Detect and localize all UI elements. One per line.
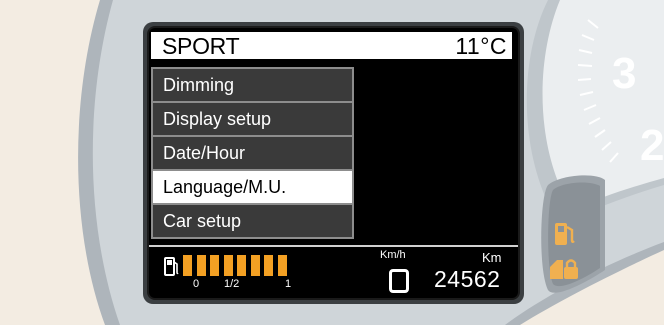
fuel-tick-full: 1 (285, 278, 292, 290)
odometer-value: 24562 (434, 266, 501, 292)
fuel-pump-warning-icon (555, 223, 575, 245)
lcd-display: SPORT 11°C Dimming Display setup Date/Ho… (149, 28, 518, 298)
menu-item-dimming[interactable]: Dimming (153, 69, 352, 101)
drive-mode-label: SPORT (162, 33, 240, 59)
fuel-segment (210, 255, 219, 276)
fuel-tick-empty: 0 (193, 278, 200, 290)
outside-temperature: 11°C (455, 33, 507, 59)
fuel-segment (223, 255, 233, 276)
settings-menu: Dimming Display setup Date/Hour Language… (151, 67, 354, 239)
door-lock-warning-icon (550, 259, 578, 279)
fuel-segment (183, 255, 192, 276)
tachometer-face (542, 0, 664, 210)
tachometer-number-2: 2 (640, 121, 664, 170)
gear-indicator-icon (389, 269, 409, 293)
fuel-segment (277, 255, 287, 276)
fuel-pump-icon (164, 257, 179, 276)
fuel-segment (237, 255, 246, 276)
fuel-tick-half: 1/2 (224, 278, 240, 290)
menu-item-date-hour[interactable]: Date/Hour (153, 137, 352, 169)
fuel-segment (264, 255, 273, 276)
fuel-segment (250, 255, 260, 276)
info-bar: 0 1/2 1 Km/h Km 24562 (149, 245, 518, 298)
tachometer-number-3: 3 (612, 49, 636, 98)
status-bar: SPORT 11°C (151, 32, 512, 59)
odometer-unit-label: Km (482, 250, 502, 265)
fuel-segment (196, 255, 206, 276)
menu-item-language[interactable]: Language/M.U. (153, 171, 352, 203)
speed-unit-label: Km/h (380, 249, 406, 261)
menu-item-car-setup[interactable]: Car setup (153, 205, 352, 237)
menu-item-display-setup[interactable]: Display setup (153, 103, 352, 135)
